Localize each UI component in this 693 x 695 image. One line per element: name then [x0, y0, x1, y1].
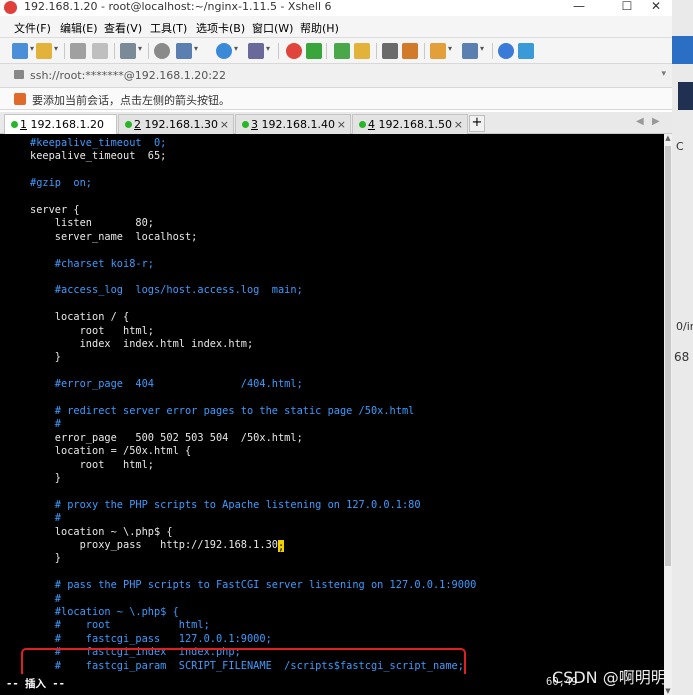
help-icon[interactable] — [498, 43, 514, 59]
xshell-app-icon — [4, 1, 17, 14]
terminal-line: # fastcgi_pass 127.0.0.1:9000; — [30, 632, 272, 645]
menu-file[interactable]: 文件(F) — [14, 20, 51, 36]
terminal-line: } — [30, 351, 61, 364]
tab-session-3[interactable]: 3 192.168.1.40 × — [235, 114, 351, 134]
terminal-view[interactable]: #keepalive_timeout 0; keepalive_timeout 6… — [0, 134, 664, 674]
scroll-down-icon[interactable]: ▼ — [664, 687, 672, 695]
terminal-line: # pass the PHP scripts to FastCGI server… — [30, 579, 477, 592]
vim-mode-indicator: -- 插入 -- — [6, 678, 65, 690]
terminal-scrollbar[interactable]: ▲ ▼ — [664, 134, 672, 695]
terminal-line: proxy_pass http://192.168.1.30; — [30, 539, 285, 553]
terminal-line: root html; — [30, 324, 154, 337]
minimize-button[interactable]: — — [556, 0, 602, 16]
keyboard-icon[interactable] — [382, 43, 398, 59]
new-session-icon[interactable] — [12, 43, 34, 59]
tab-close-icon[interactable]: × — [337, 118, 346, 131]
tab-session-2[interactable]: 2 192.168.1.30 × — [118, 114, 234, 134]
new-tab-icon[interactable] — [430, 43, 452, 59]
session-tab-bar: 1 192.168.1.20 2 192.168.1.30 × 3 192.16… — [0, 112, 672, 134]
compose-icon[interactable] — [402, 43, 418, 59]
address-dropdown-icon[interactable]: ▾ — [661, 69, 666, 79]
menu-help[interactable]: 帮助(H) — [300, 20, 339, 36]
scroll-up-icon[interactable]: ▲ — [664, 134, 672, 142]
terminal-line: server_name localhost; — [30, 230, 198, 243]
connected-status-icon — [359, 121, 366, 128]
tab-scroll-right-icon[interactable]: ▶ — [652, 116, 660, 127]
background-text-path: 0/in — [676, 320, 693, 333]
xftp-icon[interactable] — [286, 43, 302, 59]
terminal-line: server { — [30, 204, 80, 216]
background-window-edge: C 0/in 68 — [672, 0, 693, 695]
terminal-line: listen 80; — [30, 217, 154, 230]
terminal-line: #gzip on; — [30, 177, 92, 190]
close-button[interactable]: ✕ — [640, 0, 672, 16]
terminal-line: #location ~ \.php$ { — [30, 606, 179, 618]
connected-status-icon — [11, 121, 18, 128]
terminal-line: location / { — [30, 311, 130, 324]
title-bar: 192.168.1.20 - root@localhost:~/nginx-1.… — [0, 0, 693, 16]
connect-icon[interactable] — [70, 43, 86, 59]
terminal-line: # redirect server error pages to the sta… — [30, 405, 415, 417]
disconnect-icon[interactable] — [92, 43, 108, 59]
hint-bar: 要添加当前会话，点击左侧的箭头按钮。 — [0, 88, 672, 110]
terminal-line: location = /50x.html { — [30, 445, 192, 458]
menu-tabs[interactable]: 选项卡(B) — [196, 20, 245, 36]
menu-window[interactable]: 窗口(W) — [252, 20, 293, 36]
menu-view[interactable]: 查看(V) — [104, 20, 142, 36]
scrollbar-thumb[interactable] — [665, 146, 671, 566]
terminal-line: keepalive_timeout 65; — [30, 150, 167, 163]
terminal-line: #error_page 404 /404.html; — [30, 378, 303, 391]
terminal-line: #charset koi8-r; — [30, 257, 154, 270]
tab-session-4[interactable]: 4 192.168.1.50 × — [352, 114, 468, 134]
terminal-line: index index.html index.htm; — [30, 338, 254, 350]
add-session-arrow-icon[interactable] — [14, 93, 26, 105]
menu-tools[interactable]: 工具(T) — [150, 20, 187, 36]
background-text-number: 68 — [674, 350, 690, 364]
hint-text: 要添加当前会话，点击左侧的箭头按钮。 — [32, 94, 230, 107]
connected-status-icon — [125, 121, 132, 128]
font-icon[interactable] — [248, 43, 270, 59]
toolbar — [0, 38, 672, 64]
terminal-line: # root html; — [30, 619, 210, 632]
session-address[interactable]: ssh://root:*******@192.168.1.20:22 — [30, 69, 226, 82]
lock-icon[interactable] — [354, 43, 370, 59]
background-text-c: C — [676, 140, 684, 153]
window-title: 192.168.1.20 - root@localhost:~/nginx-1.… — [24, 0, 332, 13]
layout-icon[interactable] — [462, 43, 484, 59]
terminal-line: } — [30, 472, 61, 484]
terminal-line: error_page 500 502 503 504 /50x.html; — [30, 431, 303, 444]
address-bar: ssh://root:*******@192.168.1.20:22 ▾ — [0, 64, 672, 88]
add-tab-button[interactable]: + — [469, 115, 485, 132]
terminal-line: } — [30, 552, 61, 565]
terminal-line: #keepalive_timeout 0; — [30, 137, 167, 149]
terminal-line: # — [30, 512, 61, 525]
menu-edit[interactable]: 编辑(E) — [60, 20, 98, 36]
open-folder-icon[interactable] — [36, 43, 58, 59]
terminal-line: # — [30, 592, 61, 605]
terminal-line: #access_log logs/host.access.log main; — [30, 284, 303, 297]
terminal-line: location ~ \.php$ { — [30, 525, 173, 538]
transfer-icon[interactable] — [176, 43, 198, 59]
globe-icon[interactable] — [216, 43, 238, 59]
tab-session-1[interactable]: 1 192.168.1.20 — [4, 114, 117, 134]
tab-close-icon[interactable]: × — [454, 118, 463, 131]
connected-status-icon — [242, 121, 249, 128]
text-cursor: ; — [277, 540, 285, 553]
tab-close-icon[interactable]: × — [220, 118, 229, 131]
tab-scroll-left-icon[interactable]: ◀ — [636, 116, 644, 127]
properties-icon[interactable] — [120, 43, 142, 59]
terminal-line: # — [30, 418, 61, 431]
terminal-line: root html; — [30, 458, 154, 471]
xagent-icon[interactable] — [306, 43, 322, 59]
search-icon[interactable] — [154, 43, 170, 59]
lock-icon — [14, 70, 24, 79]
highlight-box — [21, 648, 466, 674]
menu-bar: 文件(F) 编辑(E) 查看(V) 工具(T) 选项卡(B) 窗口(W) 帮助(… — [0, 16, 672, 38]
chat-icon[interactable] — [518, 43, 534, 59]
fullscreen-icon[interactable] — [334, 43, 350, 59]
terminal-line: # proxy the PHP scripts to Apache listen… — [30, 498, 421, 511]
